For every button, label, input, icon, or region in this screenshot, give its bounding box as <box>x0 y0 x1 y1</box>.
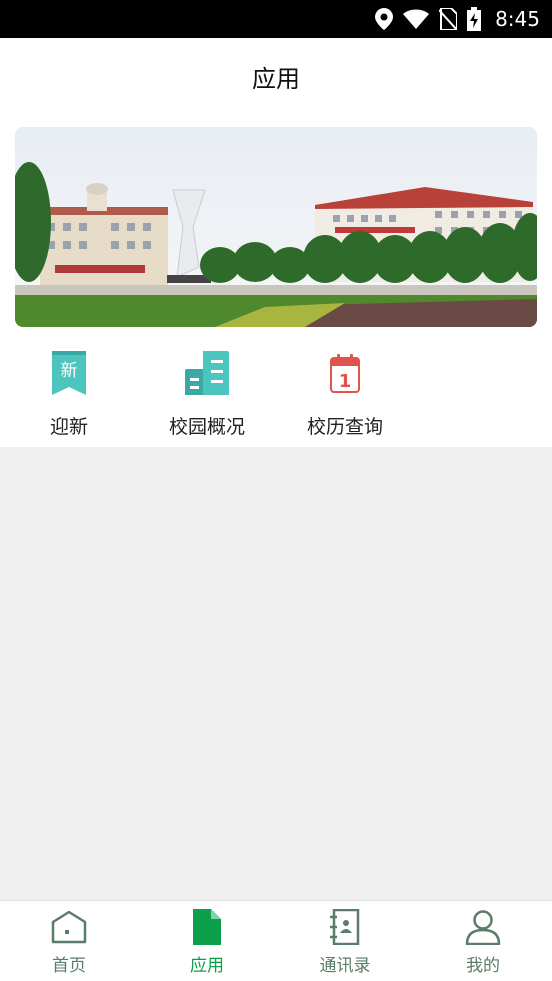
campus-banner-image[interactable] <box>15 127 537 327</box>
page-title: 应用 <box>252 64 300 93</box>
tab-label: 首页 <box>52 956 86 976</box>
tab-profile[interactable]: 我的 <box>433 901 533 981</box>
main-content: 新 迎新 校园概况 1 校历查询 <box>0 114 552 447</box>
tab-contacts[interactable]: 通讯录 <box>295 901 395 981</box>
status-bar: 8:45 <box>0 0 552 38</box>
home-icon <box>51 909 87 945</box>
battery-charging-icon <box>467 7 482 31</box>
calendar-day-text: 1 <box>339 371 352 392</box>
app-label: 迎新 <box>49 416 88 438</box>
status-time: 8:45 <box>495 7 540 31</box>
app-grid: 新 迎新 校园概况 1 校历查询 <box>0 350 552 440</box>
location-icon <box>375 8 394 30</box>
document-icon <box>193 909 221 945</box>
tab-label: 我的 <box>466 956 500 976</box>
new-badge-icon: 新 <box>47 350 91 396</box>
wifi-icon <box>403 9 430 29</box>
tab-home[interactable]: 首页 <box>19 901 119 981</box>
building-icon <box>185 350 229 396</box>
person-icon <box>465 909 501 945</box>
app-label: 校园概况 <box>168 416 245 438</box>
app-header: 应用 <box>0 38 552 114</box>
no-sim-icon <box>439 8 458 30</box>
contacts-book-icon <box>330 909 360 945</box>
tab-apps[interactable]: 应用 <box>157 901 257 981</box>
app-item-welcome[interactable]: 新 迎新 <box>9 350 129 440</box>
calendar-icon: 1 <box>323 350 367 396</box>
tab-label: 通讯录 <box>319 956 371 976</box>
app-item-calendar[interactable]: 1 校历查询 <box>285 350 405 440</box>
app-label: 校历查询 <box>306 416 383 438</box>
app-item-campus-overview[interactable]: 校园概况 <box>147 350 267 440</box>
tab-label: 应用 <box>190 956 224 976</box>
new-badge-text: 新 <box>61 361 78 381</box>
bottom-tab-bar: 首页 应用 通讯录 我的 <box>0 900 552 981</box>
